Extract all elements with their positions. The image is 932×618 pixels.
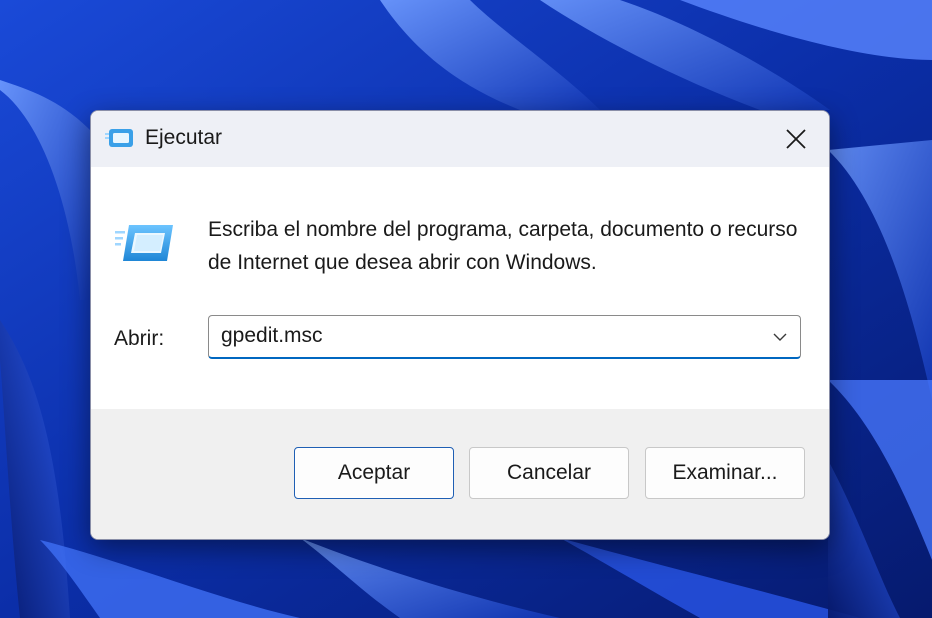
open-combobox[interactable]: [208, 315, 801, 359]
desktop: Ejecutar Escriba el nombre del programa,…: [0, 0, 932, 618]
cancel-button[interactable]: Cancelar: [469, 447, 629, 499]
dialog-footer: Aceptar Cancelar Examinar...: [91, 409, 829, 539]
run-icon: [115, 225, 173, 261]
ok-button[interactable]: Aceptar: [294, 447, 454, 499]
open-label: Abrir:: [114, 327, 165, 350]
close-icon: [786, 129, 806, 149]
dialog-description: Escriba el nombre del programa, carpeta,…: [208, 218, 798, 274]
run-dialog: Ejecutar Escriba el nombre del programa,…: [90, 110, 830, 540]
dialog-title: Ejecutar: [145, 126, 223, 149]
close-button[interactable]: [763, 111, 829, 167]
title-bar[interactable]: Ejecutar: [91, 111, 829, 167]
dialog-body: Escriba el nombre del programa, carpeta,…: [91, 167, 829, 409]
chevron-down-icon: [773, 333, 787, 341]
run-icon: [105, 129, 133, 147]
open-input[interactable]: [221, 316, 761, 356]
browse-button[interactable]: Examinar...: [645, 447, 805, 499]
dropdown-button[interactable]: [766, 322, 794, 352]
